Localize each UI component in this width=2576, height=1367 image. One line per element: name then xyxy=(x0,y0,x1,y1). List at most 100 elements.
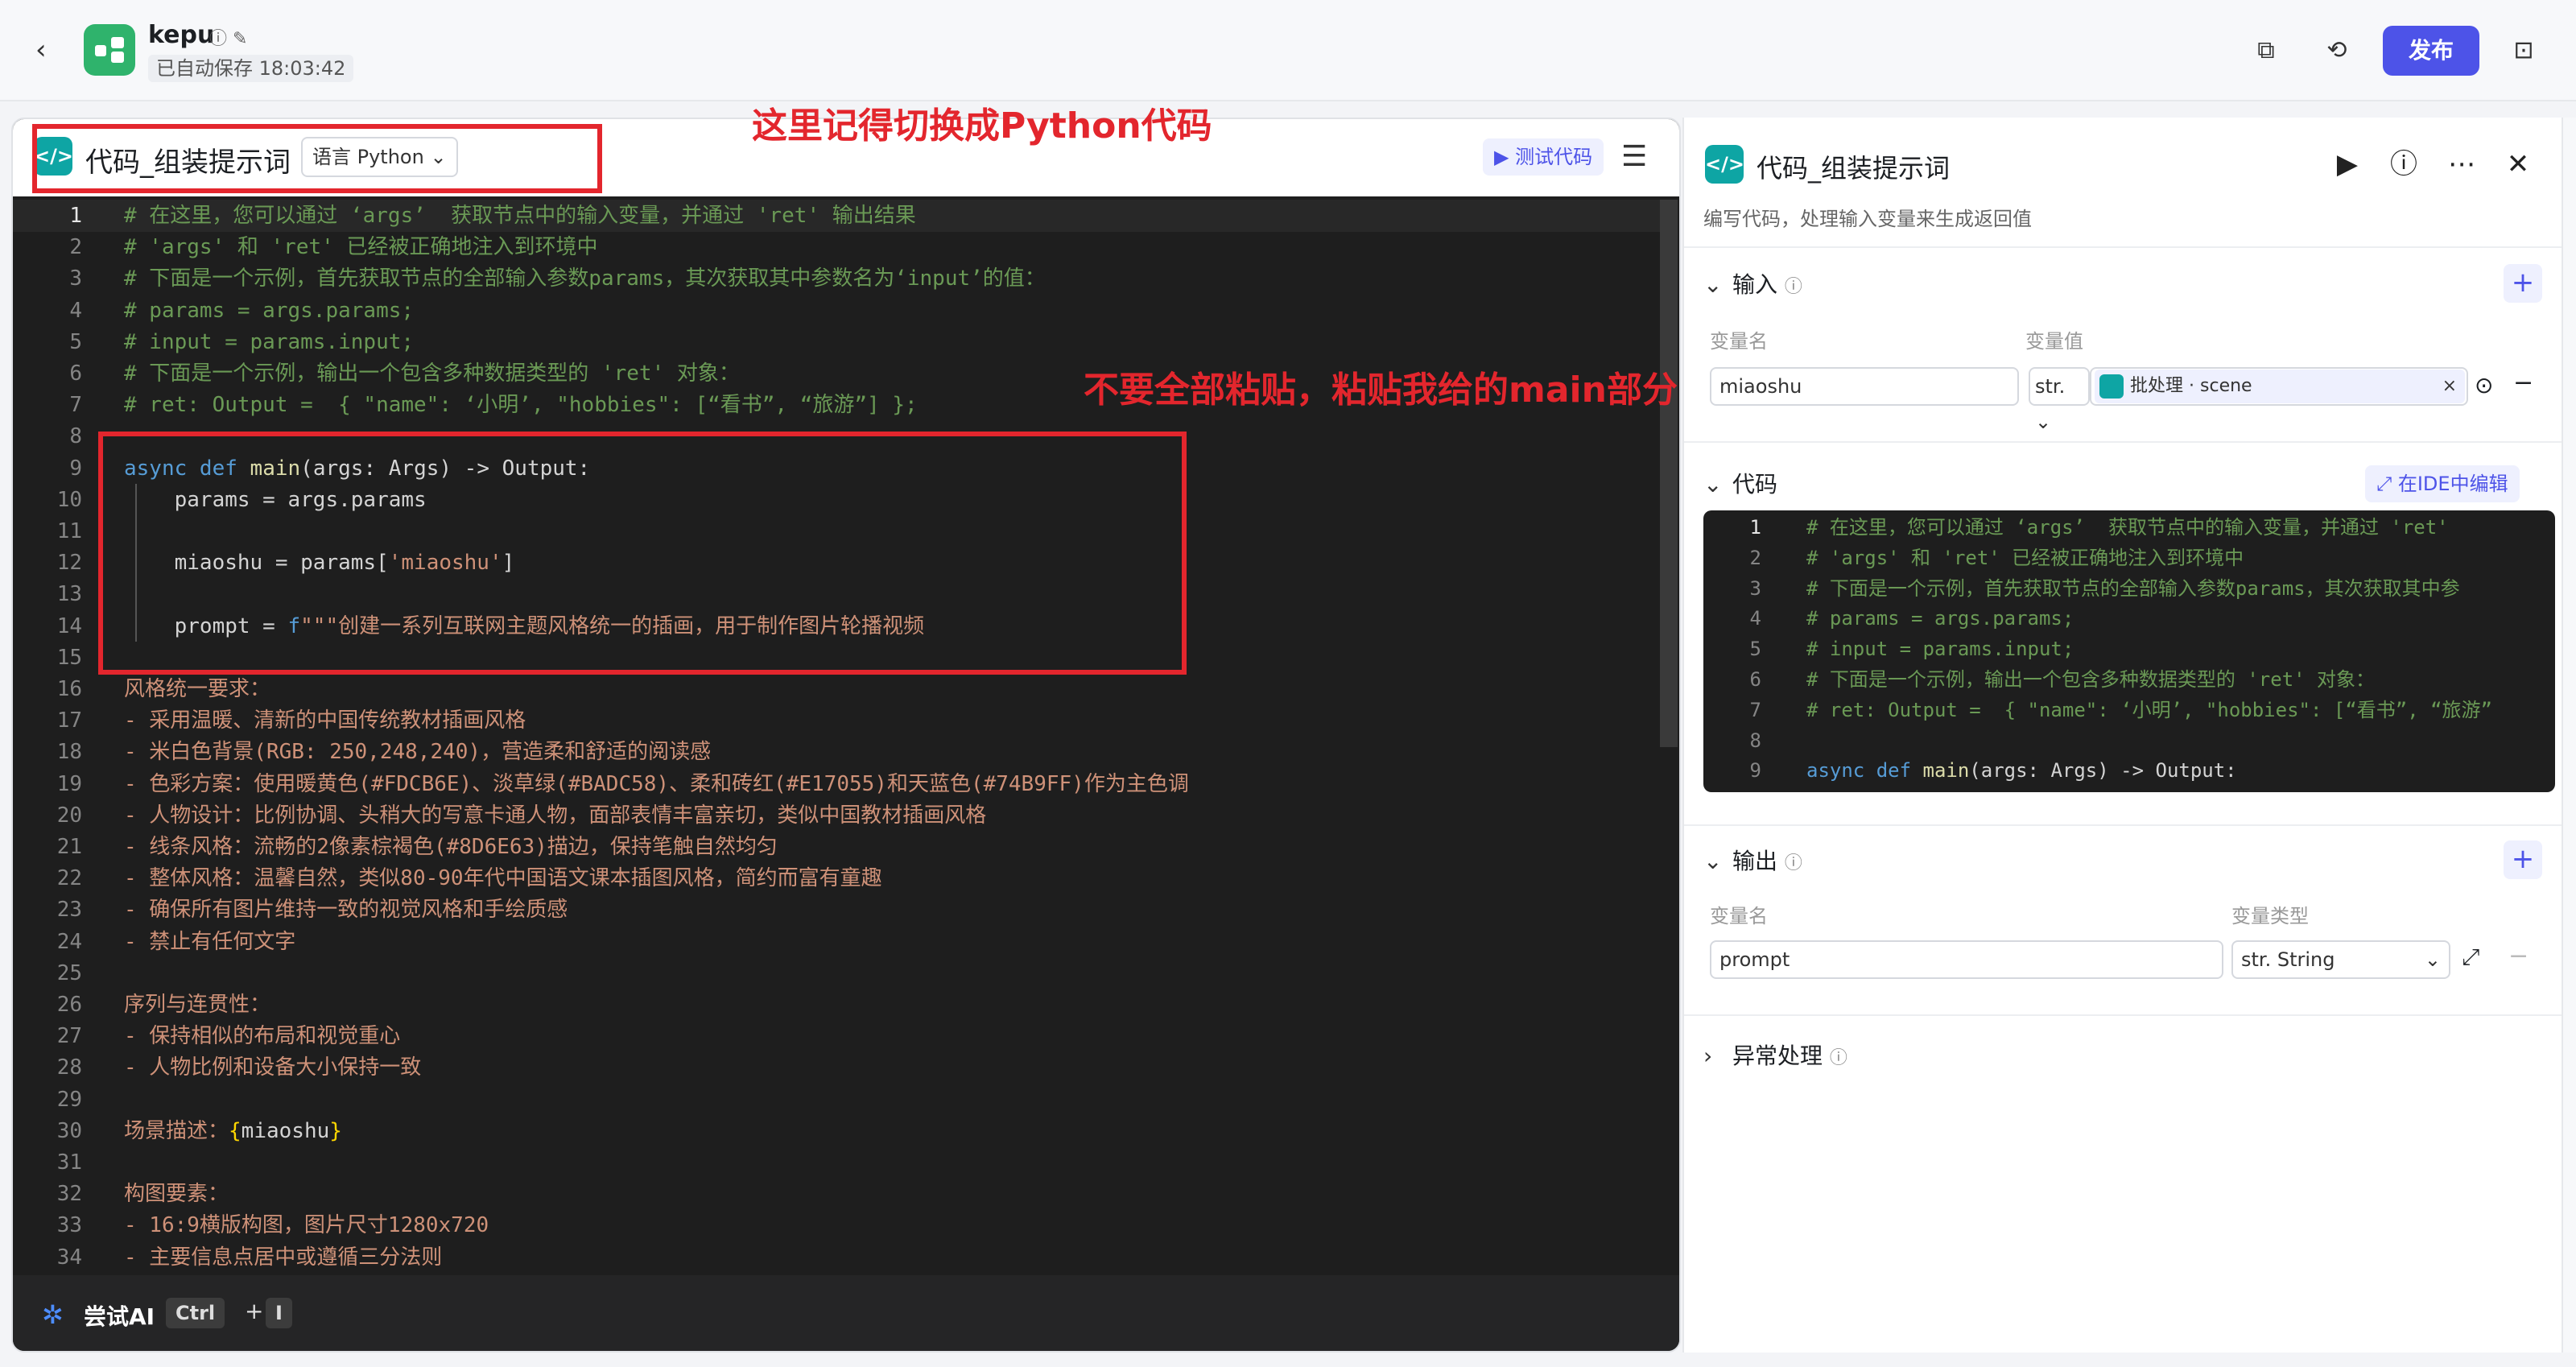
input-section-header[interactable]: ⌄ 输入 ⓘ xyxy=(1703,267,1802,299)
line-number: 21 xyxy=(56,835,82,859)
output-var-name-field[interactable]: prompt xyxy=(1710,940,2223,979)
panel-description: 编写代码，处理输入变量来生成返回值 xyxy=(1703,208,2032,230)
expand-icon[interactable]: ⤢ xyxy=(2462,944,2479,971)
code-area[interactable]: 1 # 在这里，您可以通过 ‘args’ 获取节点中的输入变量，并通过 'ret'… xyxy=(13,196,1671,1275)
line-number: 10 xyxy=(56,487,82,512)
vertical-scrollbar[interactable] xyxy=(1660,200,1678,747)
code-text: - 米白色背景(RGB: 250,248,240)，营造柔和舒适的阅读感 xyxy=(124,740,712,765)
code-line[interactable]: 18 - 米白色背景(RGB: 250,248,240)，营造柔和舒适的阅读感 xyxy=(13,736,1671,768)
code-text: # 下面是一个示例，输出一个包含多种数据类型的 'ret' 对象： xyxy=(1806,668,2376,691)
code-line[interactable]: 30 场景描述：{miaoshu} xyxy=(13,1115,1671,1147)
code-text: - 线条风格：流畅的2像素棕褐色(#8D6E63)描边，保持笔触自然均匀 xyxy=(124,835,778,859)
line-number: 14 xyxy=(56,613,82,638)
code-line[interactable]: 19 - 色彩方案：使用暖黄色(#FDCB6E)、淡草绿(#BADC58)、柔和砖… xyxy=(13,768,1671,800)
code-text: 风格统一要求： xyxy=(124,677,271,701)
code-line[interactable]: 3 # 下面是一个示例，首先获取节点的全部输入参数params，其次获取其中参数名… xyxy=(13,262,1671,295)
code-line[interactable]: 27 - 保持相似的布局和视觉重心 xyxy=(13,1020,1671,1052)
code-text: - 主要信息点居中或遵循三分法则 xyxy=(124,1245,443,1270)
test-code-button[interactable]: ▶ 测试代码 xyxy=(1483,138,1604,176)
code-preview-line: 1 # 在这里，您可以通过 ‘args’ 获取节点中的输入变量，并通过 'ret' xyxy=(1703,512,2555,543)
code-line[interactable]: 28 - 人物比例和设备大小保持一致 xyxy=(13,1051,1671,1084)
line-number: 34 xyxy=(56,1245,82,1270)
copy-icon[interactable]: ⧉ xyxy=(2246,31,2286,71)
output-type-label: 变量类型 xyxy=(2231,905,2309,927)
code-line[interactable]: 31 xyxy=(13,1146,1671,1179)
code-line[interactable]: 24 - 禁止有任何文字 xyxy=(13,926,1671,958)
variable-reference-chip[interactable]: 批处理 · scene × xyxy=(2095,370,2465,403)
input-type-select[interactable]: str. ⌄ xyxy=(2029,367,2090,433)
add-output-button[interactable]: + xyxy=(2504,840,2542,879)
code-line[interactable]: 34 - 主要信息点居中或遵循三分法则 xyxy=(13,1241,1671,1274)
kbd-i: I xyxy=(266,1298,292,1328)
line-number: 9 xyxy=(1749,759,1761,783)
code-text: - 保持相似的布局和视觉重心 xyxy=(124,1024,401,1049)
divider xyxy=(1684,441,2574,443)
code-line[interactable]: 33 - 16:9横版构图，图片尺寸1280x720 xyxy=(13,1209,1671,1241)
line-number: 15 xyxy=(56,645,82,670)
code-preview-line: 3 # 下面是一个示例，首先获取节点的全部输入参数params，其次获取其中参 xyxy=(1703,573,2555,604)
code-preview-line: 8 xyxy=(1703,725,2555,756)
code-text: - 确保所有图片维持一致的视觉风格和手绘质感 xyxy=(124,898,568,923)
canvas-edge xyxy=(2562,118,2576,1353)
line-number: 2 xyxy=(69,235,82,260)
code-line[interactable]: 5 # input = params.input; xyxy=(13,326,1671,358)
code-text: # 下面是一个示例，输出一个包含多种数据类型的 'ret' 对象： xyxy=(124,361,740,386)
try-ai-label[interactable]: 尝试AI xyxy=(84,1299,155,1332)
code-line[interactable]: 4 # params = args.params; xyxy=(13,295,1671,327)
code-line[interactable]: 29 xyxy=(13,1084,1671,1116)
code-line[interactable]: 32 构图要素： xyxy=(13,1178,1671,1210)
code-line[interactable]: 25 xyxy=(13,957,1671,989)
input-value-field[interactable]: 批处理 · scene × xyxy=(2090,367,2468,406)
code-text: # 下面是一个示例，首先获取节点的全部输入参数params，其次获取其中参数名为… xyxy=(124,266,1046,291)
line-number: 17 xyxy=(56,708,82,733)
code-line[interactable]: 23 - 确保所有图片维持一致的视觉风格和手绘质感 xyxy=(13,894,1671,926)
duplicate-icon[interactable]: ⊡ xyxy=(2504,31,2544,71)
output-section-header[interactable]: ⌄ 输出 ⓘ xyxy=(1703,844,1802,876)
line-number: 16 xyxy=(56,677,82,701)
edit-in-ide-button[interactable]: ⤢ 在IDE中编辑 xyxy=(2365,465,2520,502)
variable-picker-icon[interactable]: ⊙ xyxy=(2475,372,2493,399)
app-name: kepu xyxy=(148,21,215,49)
line-number: 9 xyxy=(69,456,82,481)
annotation-box-main xyxy=(98,432,1187,675)
code-preview-line: 2 # 'args' 和 'ret' 已经被正确地注入到环境中 xyxy=(1703,543,2555,573)
code-line[interactable]: 22 - 整体风格：温馨自然，类似80-90年代中国语文课本插图风格，简约而富有童… xyxy=(13,862,1671,894)
code-preview-line: 5 # input = params.input; xyxy=(1703,634,2555,664)
menu-icon[interactable]: ☰ xyxy=(1621,138,1647,176)
code-line[interactable]: 2 # 'args' 和 'ret' 已经被正确地注入到环境中 xyxy=(13,231,1671,263)
code-text: - 人物设计：比例协调、头稍大的写意卡通人物，面部表情丰富亲切，类似中国教材插画… xyxy=(124,803,987,828)
code-line[interactable]: 21 - 线条风格：流畅的2像素棕褐色(#8D6E63)描边，保持笔触自然均匀 xyxy=(13,831,1671,863)
more-icon[interactable]: ⋯ xyxy=(2442,145,2481,184)
code-node-icon: </> xyxy=(1705,145,1744,184)
code-line[interactable]: 17 - 采用温暖、清新的中国传统教材插画风格 xyxy=(13,704,1671,737)
code-line[interactable]: 1 # 在这里，您可以通过 ‘args’ 获取节点中的输入变量，并通过 'ret'… xyxy=(13,200,1671,232)
input-var-name-field[interactable]: miaoshu xyxy=(1710,367,2019,406)
output-type-select[interactable]: str. String ⌄ xyxy=(2231,940,2450,979)
output-var-name-label: 变量名 xyxy=(1710,905,1768,927)
app-info-icons[interactable]: ⓘ ✎ xyxy=(209,24,247,50)
back-arrow-icon[interactable]: ‹ xyxy=(35,35,64,64)
code-preview[interactable]: 1 # 在这里，您可以通过 ‘args’ 获取节点中的输入变量，并通过 'ret'… xyxy=(1703,510,2555,792)
line-number: 20 xyxy=(56,803,82,828)
line-number: 11 xyxy=(56,519,82,543)
code-line[interactable]: 16 风格统一要求： xyxy=(13,673,1671,705)
code-section-header[interactable]: ⌄ 代码 xyxy=(1703,467,1777,499)
line-number: 2 xyxy=(1749,546,1761,569)
history-icon[interactable]: ⟲ xyxy=(2317,31,2357,71)
code-preview-line: 9 async def main(args: Args) -> Output: xyxy=(1703,755,2555,786)
clear-icon[interactable]: × xyxy=(2442,370,2457,403)
code-line[interactable]: 26 序列与连贯性： xyxy=(13,989,1671,1021)
remove-output-icon[interactable]: − xyxy=(2508,942,2529,970)
add-input-button[interactable]: + xyxy=(2504,264,2542,303)
remove-input-icon[interactable]: − xyxy=(2513,369,2533,397)
exception-section-header[interactable]: › 异常处理 ⓘ xyxy=(1703,1039,1847,1071)
line-number: 28 xyxy=(56,1055,82,1080)
line-number: 27 xyxy=(56,1024,82,1049)
close-icon[interactable]: ✕ xyxy=(2499,145,2537,184)
publish-button[interactable]: 发布 xyxy=(2383,26,2479,76)
divider xyxy=(1684,246,2574,248)
code-text: # 在这里，您可以通过 ‘args’ 获取节点中的输入变量，并通过 'ret' … xyxy=(124,204,916,228)
run-icon[interactable]: ▶ xyxy=(2328,145,2367,184)
help-icon[interactable]: ⓘ xyxy=(2384,145,2423,184)
code-line[interactable]: 20 - 人物设计：比例协调、头稍大的写意卡通人物，面部表情丰富亲切，类似中国教材… xyxy=(13,799,1671,832)
